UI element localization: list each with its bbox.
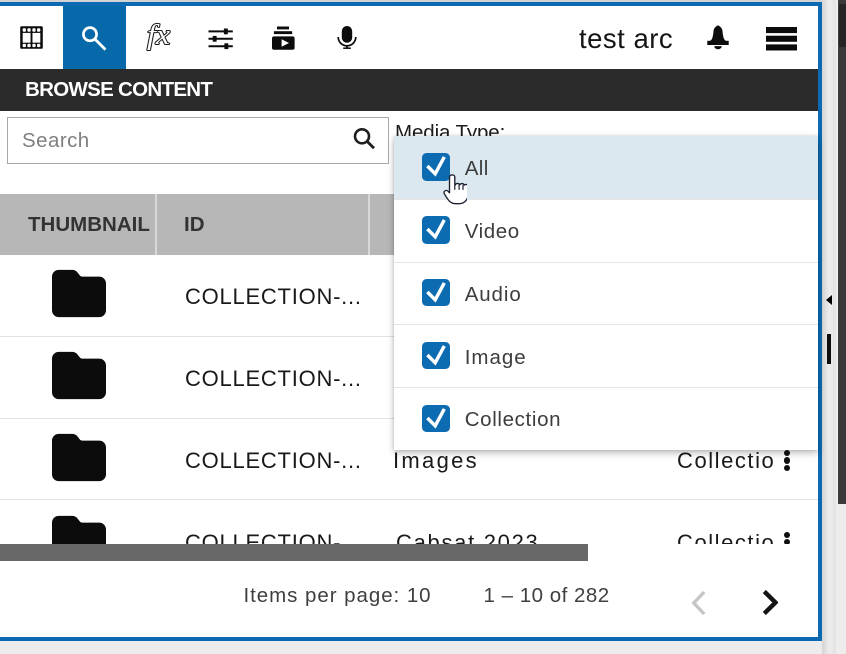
svg-text:fx: fx — [147, 21, 171, 51]
